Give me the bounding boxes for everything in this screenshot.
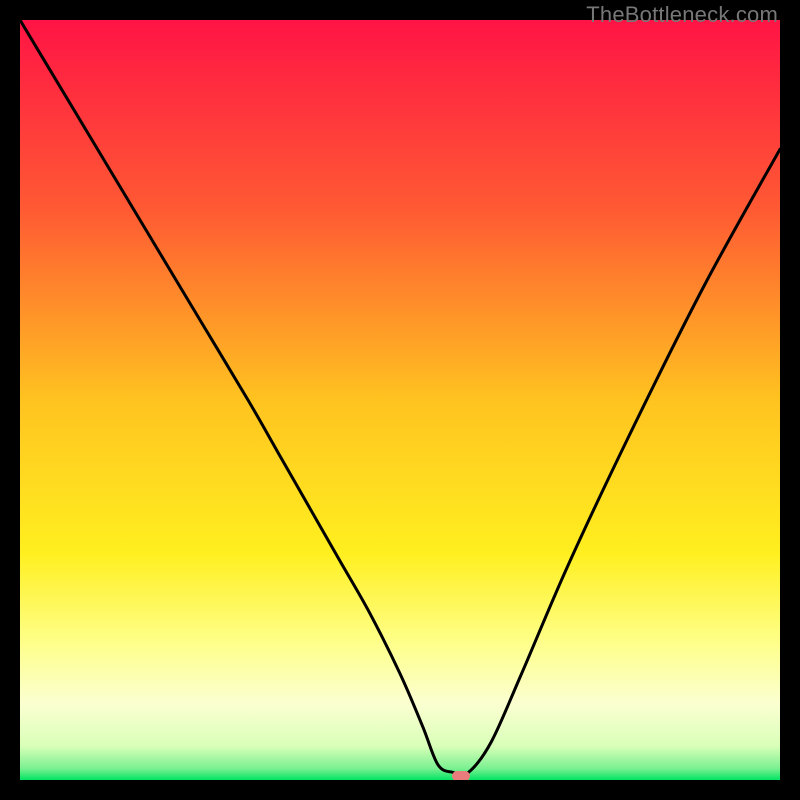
watermark-text: TheBottleneck.com [586, 2, 778, 28]
chart-frame: TheBottleneck.com [0, 0, 800, 800]
plot-area [20, 20, 780, 780]
optimal-point-marker [452, 771, 470, 780]
bottleneck-curve [20, 20, 780, 780]
